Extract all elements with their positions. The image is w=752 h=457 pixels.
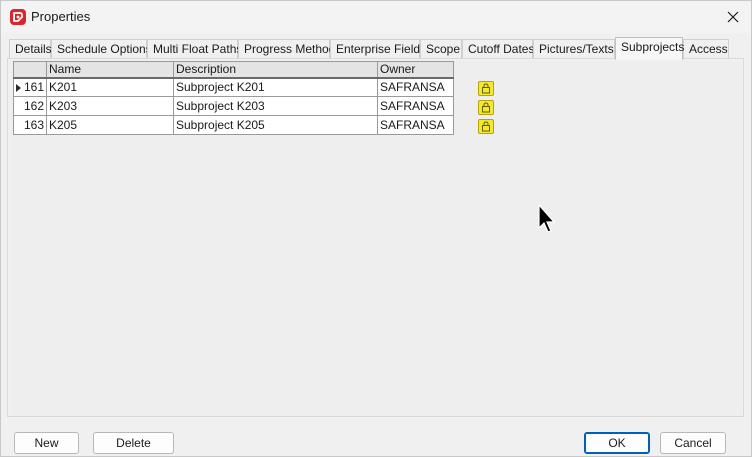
- lock-icon[interactable]: [478, 81, 494, 96]
- column-header-owner[interactable]: Owner: [377, 61, 454, 79]
- cell-name[interactable]: K203: [46, 96, 174, 116]
- row-id: 162: [23, 98, 44, 113]
- tab-subprojects[interactable]: Subprojects: [615, 37, 684, 60]
- column-header-name[interactable]: Name: [46, 61, 174, 79]
- tab-progress-method[interactable]: Progress Method: [238, 39, 335, 59]
- subprojects-panel: Name Description Owner 161 K201 Subproje…: [7, 58, 744, 417]
- row-id: 163: [23, 117, 44, 132]
- tab-schedule-options[interactable]: Schedule Options: [51, 39, 152, 59]
- table-row[interactable]: 161 K201 Subproject K201 SAFRANSA: [13, 77, 454, 97]
- tab-pictures-texts[interactable]: Pictures/Texts: [533, 39, 615, 59]
- cell-owner[interactable]: SAFRANSA: [377, 77, 454, 97]
- cell-name[interactable]: K201: [46, 77, 174, 97]
- properties-dialog: Properties Details Schedule Options Mult…: [0, 0, 752, 457]
- row-header[interactable]: 162: [13, 96, 47, 116]
- row-header[interactable]: 161: [13, 77, 47, 97]
- subprojects-grid-area: Name Description Owner 161 K201 Subproje…: [11, 61, 742, 415]
- lock-icon[interactable]: [478, 119, 494, 134]
- cell-description[interactable]: Subproject K203: [173, 96, 378, 116]
- row-id: 161: [23, 79, 44, 94]
- app-logo-icon: [10, 9, 26, 25]
- cancel-button[interactable]: Cancel: [660, 432, 726, 454]
- tab-multi-float-paths[interactable]: Multi Float Paths: [147, 39, 242, 59]
- tab-scope[interactable]: Scope: [420, 39, 462, 59]
- tab-cutoff-dates[interactable]: Cutoff Dates: [462, 39, 534, 59]
- lock-icon[interactable]: [478, 100, 494, 115]
- row-header-corner: [13, 61, 47, 79]
- row-header[interactable]: 163: [13, 115, 47, 135]
- current-row-pointer-icon: [16, 83, 21, 92]
- cell-description[interactable]: Subproject K201: [173, 77, 378, 97]
- mouse-pointer-icon: [538, 203, 558, 237]
- table-row[interactable]: 163 K205 Subproject K205 SAFRANSA: [13, 115, 454, 135]
- tab-strip: Details Schedule Options Multi Float Pat…: [9, 37, 749, 60]
- table-row[interactable]: 162 K203 Subproject K203 SAFRANSA: [13, 96, 454, 116]
- subprojects-grid: Name Description Owner 161 K201 Subproje…: [13, 61, 454, 135]
- close-button[interactable]: [715, 1, 751, 33]
- column-header-description[interactable]: Description: [173, 61, 378, 79]
- tab-enterprise-fields[interactable]: Enterprise Fields: [330, 39, 426, 59]
- window-title: Properties: [31, 9, 91, 24]
- tab-access[interactable]: Access: [683, 39, 729, 59]
- cell-owner[interactable]: SAFRANSA: [377, 115, 454, 135]
- grid-header-row: Name Description Owner: [13, 61, 454, 79]
- cell-description[interactable]: Subproject K205: [173, 115, 378, 135]
- tab-details[interactable]: Details: [9, 39, 52, 59]
- title-bar: Properties: [1, 1, 751, 33]
- new-button[interactable]: New: [14, 432, 79, 454]
- ok-button[interactable]: OK: [584, 432, 650, 454]
- close-icon: [727, 11, 739, 23]
- cell-name[interactable]: K205: [46, 115, 174, 135]
- cell-owner[interactable]: SAFRANSA: [377, 96, 454, 116]
- delete-button[interactable]: Delete: [93, 432, 174, 454]
